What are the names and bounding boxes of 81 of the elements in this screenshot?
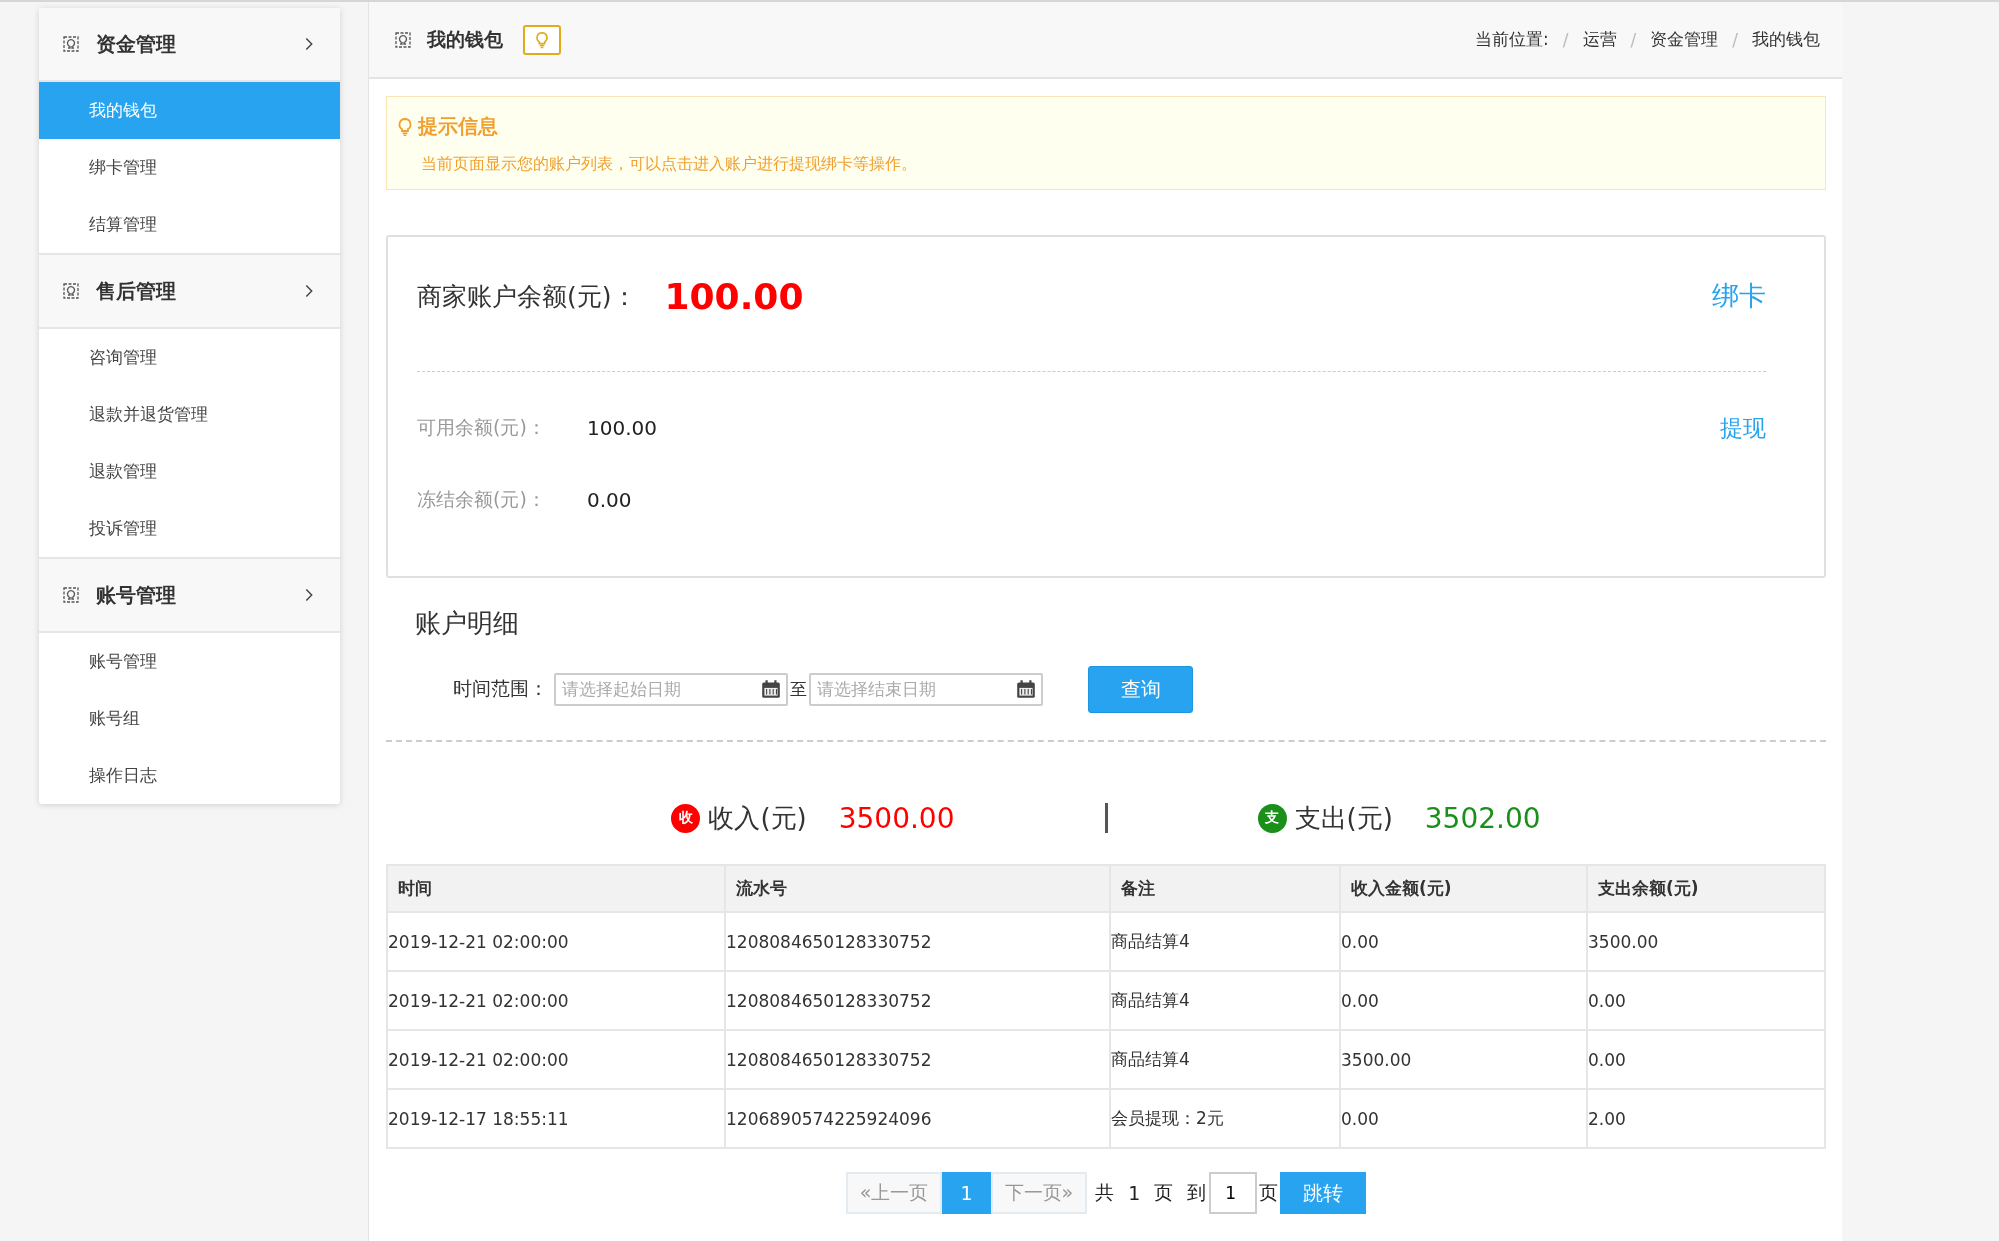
page-input-field[interactable]: 1	[1209, 1172, 1258, 1214]
goto-label: 到	[1187, 1180, 1207, 1205]
balance-row-label: 冻结余额(元)：	[417, 487, 547, 512]
table-cell: 2019-12-17 18:55:11	[387, 1089, 725, 1148]
balance-row-value: 100.00	[587, 416, 657, 440]
column-header: 流水号	[725, 865, 1110, 912]
summary-value: 3502.00	[1424, 801, 1541, 835]
sidebar-item[interactable]: 结算管理	[39, 196, 340, 253]
balance-label: 商家账户余额(元)：	[417, 280, 637, 313]
balance-amount: 100.00	[664, 275, 804, 317]
range-separator: 至	[790, 677, 807, 701]
calendar-icon	[760, 677, 782, 700]
table-cell: 3500.00	[1587, 912, 1825, 971]
sidebar-item[interactable]: 账号管理	[39, 633, 340, 690]
table-cell: 商品结算4	[1110, 912, 1340, 971]
divider-bar	[1104, 803, 1108, 833]
sidebar-item[interactable]: 退款并退货管理	[39, 386, 340, 443]
calendar-icon	[1015, 677, 1037, 700]
group-title: 资金管理	[96, 30, 177, 58]
table-cell: 0.00	[1587, 971, 1825, 1030]
total-pages-text: 共	[1095, 1180, 1115, 1205]
goto-label: 页	[1259, 1180, 1279, 1205]
summary-value: 3500.00	[838, 801, 955, 835]
income-badge: 收	[671, 803, 701, 833]
sidebar-group-header[interactable]: 资金管理	[39, 8, 340, 82]
column-header: 备注	[1110, 865, 1340, 912]
breadcrumb-separator: /	[1732, 29, 1738, 50]
sidebar-item[interactable]: 操作日志	[39, 747, 340, 804]
table-cell: 2.00	[1587, 1089, 1825, 1148]
table-cell: 1208084650128330752	[725, 912, 1110, 971]
sidebar-group-header[interactable]: 账号管理	[39, 557, 340, 633]
sidebar-item[interactable]: 账号组	[39, 690, 340, 747]
date-input-field[interactable]: 请选择起始日期	[554, 672, 788, 706]
group-title: 账号管理	[96, 581, 177, 609]
module-icon	[61, 34, 81, 54]
sidebar-group-header[interactable]: 售后管理	[39, 253, 340, 329]
breadcrumb-link[interactable]: 运营	[1582, 28, 1617, 51]
tip-title: 提示信息	[418, 113, 498, 140]
total-pages-count: 1	[1128, 1182, 1141, 1204]
breadcrumb-separator: /	[1562, 29, 1569, 50]
table-cell: 2019-12-21 02:00:00	[387, 912, 725, 971]
page-title: 我的钱包	[427, 26, 503, 52]
sidebar-item[interactable]: 绑卡管理	[39, 139, 340, 196]
summary-label: 收入(元)	[708, 801, 807, 835]
group-title: 售后管理	[96, 277, 177, 305]
lightbulb-icon	[533, 30, 551, 49]
table-cell: 0.00	[1587, 1030, 1825, 1089]
table-cell: 2019-12-21 02:00:00	[387, 971, 725, 1030]
table-cell: 3500.00	[1340, 1030, 1587, 1089]
table-cell: 0.00	[1340, 971, 1587, 1030]
column-header: 时间	[387, 865, 725, 912]
table-cell: 商品结算4	[1110, 971, 1340, 1030]
tip-text: 当前页面显示您的账户列表，可以点击进入账户进行提现绑卡等操作。	[421, 154, 918, 175]
balance-row-value: 0.00	[587, 488, 632, 512]
time-range-label: 时间范围：	[453, 676, 548, 701]
table-cell: 会员提现：2元	[1110, 1089, 1340, 1148]
table-cell: 1208084650128330752	[725, 1030, 1110, 1089]
table-cell: 1206890574225924096	[725, 1089, 1110, 1148]
column-header: 支出余额(元)	[1587, 865, 1825, 912]
tip-toggle-button[interactable]	[523, 24, 561, 55]
table-cell: 2019-12-21 02:00:00	[387, 1030, 725, 1089]
breadcrumb-label: 当前位置:	[1475, 28, 1549, 51]
date-input-field[interactable]: 请选择结束日期	[809, 672, 1043, 706]
breadcrumb-separator: /	[1630, 29, 1637, 50]
table-cell: 0.00	[1340, 912, 1587, 971]
table-cell: 商品结算4	[1110, 1030, 1340, 1089]
sidebar-item[interactable]: 投诉管理	[39, 500, 340, 557]
table-cell: 1208084650128330752	[725, 971, 1110, 1030]
sidebar-item[interactable]: 咨询管理	[39, 329, 340, 386]
balance-row-label: 可用余额(元)：	[417, 415, 547, 440]
table-cell: 0.00	[1340, 1089, 1587, 1148]
summary-label: 支出(元)	[1294, 801, 1393, 835]
module-icon	[61, 585, 81, 605]
sidebar-item[interactable]: 退款管理	[39, 443, 340, 500]
total-pages-text: 页	[1154, 1180, 1174, 1205]
breadcrumb-link[interactable]: 资金管理	[1650, 28, 1719, 51]
column-header: 收入金额(元)	[1340, 865, 1587, 912]
section-title: 账户明细	[415, 607, 520, 640]
expense-badge: 支	[1257, 803, 1287, 833]
module-icon	[61, 281, 81, 301]
module-icon	[393, 29, 413, 50]
